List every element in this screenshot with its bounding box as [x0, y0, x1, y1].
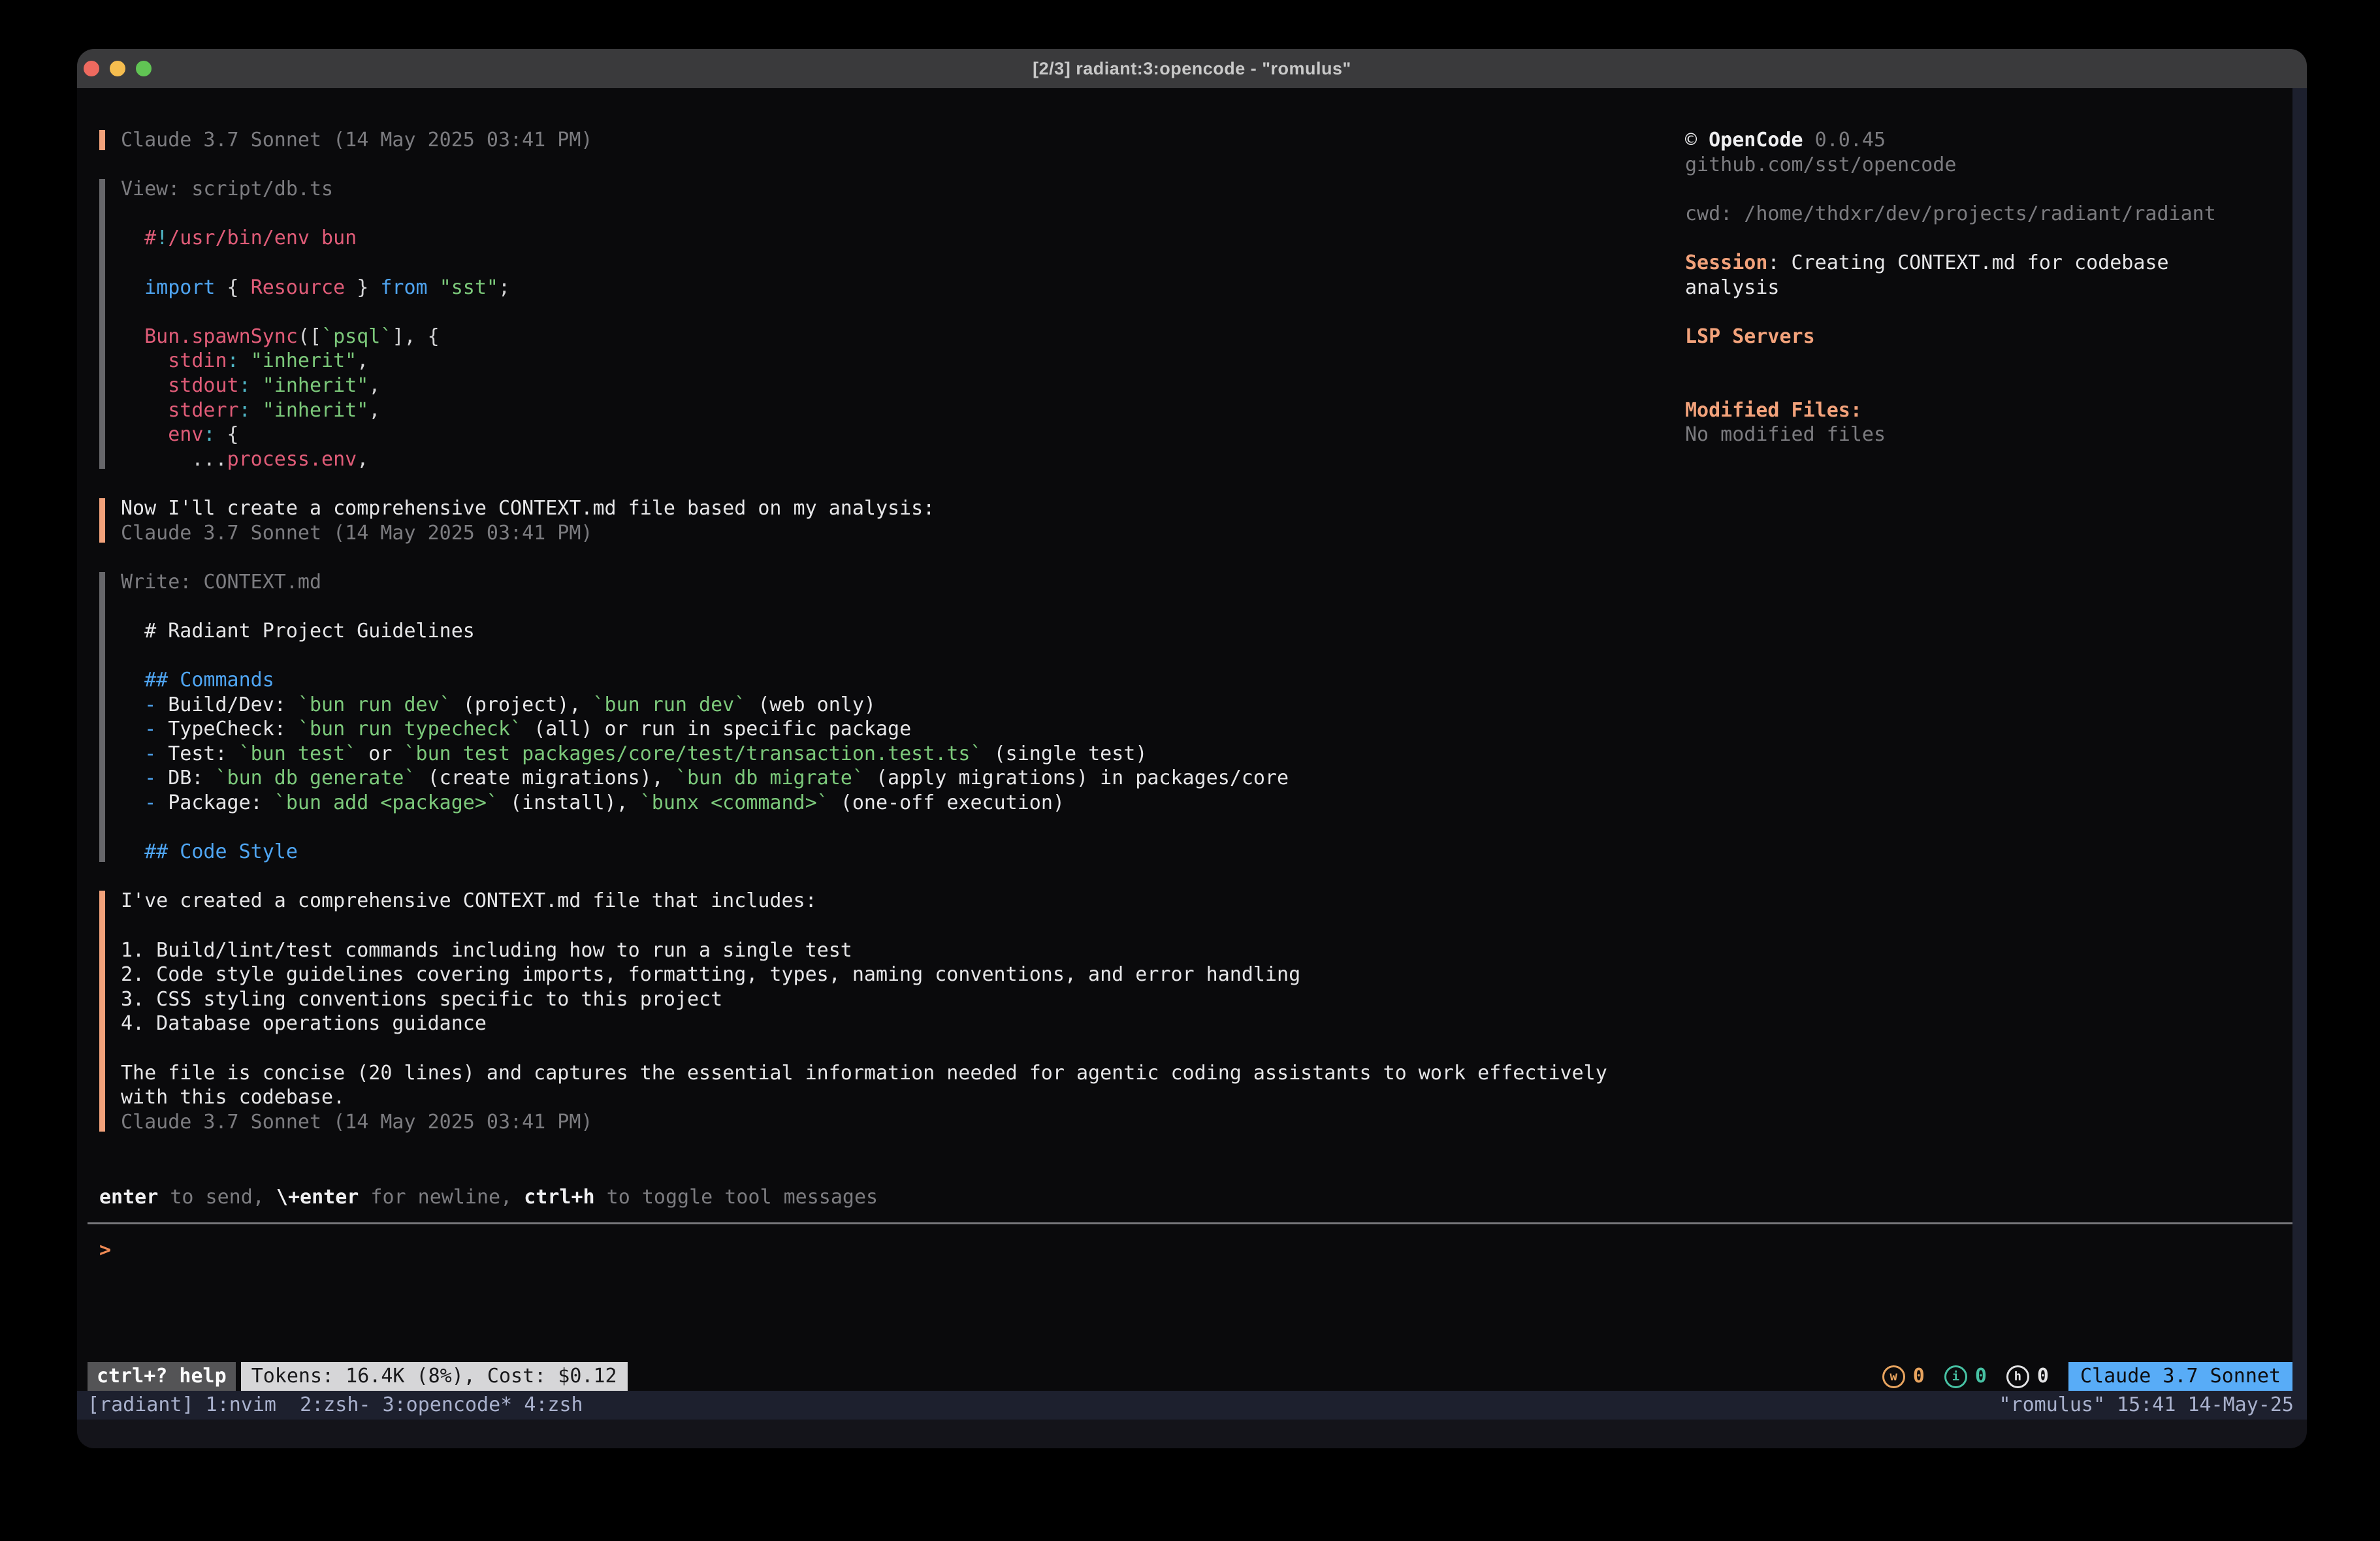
terminal-line: View: script/db.ts: [121, 177, 1621, 202]
tmux-session-name: [radiant]: [88, 1391, 206, 1420]
terminal-line: [1685, 177, 2292, 202]
terminal-line: [1685, 300, 2292, 325]
terminal-line: [121, 594, 1621, 619]
terminal-window: [2/3] radiant:3:opencode - "romulus" Cla…: [77, 49, 2307, 1448]
tool-output-block: Write: CONTEXT.md # Radiant Project Guid…: [99, 570, 1621, 865]
tmux-window-tab[interactable]: 4:zsh: [524, 1393, 583, 1416]
message-input[interactable]: [111, 1238, 1601, 1263]
terminal-line: Now I'll create a comprehensive CONTEXT.…: [121, 496, 1621, 521]
window-titlebar[interactable]: [2/3] radiant:3:opencode - "romulus": [77, 49, 2307, 88]
input-divider: [88, 1222, 2292, 1224]
close-button-icon[interactable]: [84, 61, 99, 76]
terminal-line: [121, 1036, 1621, 1061]
terminal-line: [121, 643, 1621, 668]
terminal-line: Session: Creating CONTEXT.md for codebas…: [1685, 251, 2292, 276]
terminal-line: ## Code Style: [121, 840, 1621, 865]
terminal-line: 2. Code style guidelines covering import…: [121, 962, 1621, 987]
terminal-line: [121, 251, 1621, 276]
terminal-line: [121, 202, 1621, 227]
tool-output-block: View: script/db.ts #!/usr/bin/env bun im…: [99, 177, 1621, 471]
terminal-line: Modified Files:: [1685, 398, 2292, 423]
terminal-line: ## Commands: [121, 668, 1621, 693]
diagnostics: w0i0h0: [1882, 1362, 2049, 1391]
assistant-message-block: Claude 3.7 Sonnet (14 May 2025 03:41 PM): [99, 128, 1621, 153]
diagnostic-warnings-count: w0: [1882, 1362, 1925, 1391]
terminal-line: [121, 300, 1621, 325]
scrollbar-track: [2292, 88, 2307, 1391]
tmux-window-tab[interactable]: 2:zsh-: [288, 1393, 383, 1416]
terminal-line: analysis: [1685, 276, 2292, 300]
session-sidebar: © OpenCode 0.0.45github.com/sst/opencode…: [1685, 128, 2292, 447]
terminal-line: github.com/sst/opencode: [1685, 153, 2292, 178]
zoom-button-icon[interactable]: [136, 61, 152, 76]
tmux-windows: 1:nvim 2:zsh- 3:opencode* 4:zsh: [206, 1391, 583, 1420]
prompt-symbol: >: [99, 1238, 111, 1263]
terminal-line: I've created a comprehensive CONTEXT.md …: [121, 889, 1621, 913]
terminal-line: No modified files: [1685, 422, 2292, 447]
terminal-line: - Package: `bun add <package>` (install)…: [121, 791, 1621, 816]
terminal-line: - Build/Dev: `bun run dev` (project), `b…: [121, 693, 1621, 718]
terminal-line: [121, 913, 1621, 938]
terminal-line: [1685, 373, 2292, 398]
terminal-line: import { Resource } from "sst";: [121, 276, 1621, 300]
hints-icon: h: [2006, 1365, 2029, 1388]
diagnostic-info-count: i0: [1944, 1362, 1987, 1391]
terminal-line: 4. Database operations guidance: [121, 1011, 1621, 1036]
tokens-cost-chip: Tokens: 16.4K (8%), Cost: $0.12: [241, 1362, 628, 1391]
terminal-line: - TypeCheck: `bun run typecheck` (all) o…: [121, 717, 1621, 742]
terminal-line: stderr: "inherit",: [121, 398, 1621, 423]
hint-bar: enter to send, \+enter for newline, ctrl…: [99, 1185, 878, 1210]
message-input-row: >: [99, 1238, 1601, 1263]
desktop: { "window": { "title": "[2/3] radiant:3:…: [0, 0, 2380, 1541]
tmux-status-bar: [radiant] 1:nvim 2:zsh- 3:opencode* 4:zs…: [77, 1391, 2307, 1420]
diagnostic-count-value: 0: [2037, 1362, 2049, 1391]
assistant-message-block: Now I'll create a comprehensive CONTEXT.…: [99, 496, 1621, 545]
terminal-line: [121, 816, 1621, 840]
tmux-window-tab[interactable]: 3:opencode*: [383, 1393, 524, 1416]
diagnostic-count-value: 0: [1975, 1362, 1987, 1391]
terminal-line: Bun.spawnSync([`psql`], {: [121, 325, 1621, 349]
model-chip: Claude 3.7 Sonnet: [2068, 1362, 2292, 1391]
terminal-line: 3. CSS styling conventions specific to t…: [121, 987, 1621, 1012]
window-title: [2/3] radiant:3:opencode - "romulus": [1033, 59, 1351, 79]
terminal-line: env: {: [121, 422, 1621, 447]
terminal-bottom-padding: [77, 1420, 2307, 1448]
terminal-line: [1685, 226, 2292, 251]
tmux-right-status: "romulus" 15:41 14-May-25: [1999, 1391, 2294, 1420]
terminal-line: - DB: `bun db generate` (create migratio…: [121, 766, 1621, 791]
terminal-line: © OpenCode 0.0.45: [1685, 128, 2292, 153]
terminal-line: The file is concise (20 lines) and captu…: [121, 1061, 1621, 1086]
terminal-line: #!/usr/bin/env bun: [121, 226, 1621, 251]
terminal-line: Claude 3.7 Sonnet (14 May 2025 03:41 PM): [121, 1110, 1621, 1135]
chat-transcript: Claude 3.7 Sonnet (14 May 2025 03:41 PM)…: [99, 128, 1621, 1159]
terminal-line: # Radiant Project Guidelines: [121, 619, 1621, 644]
tmux-window-tab[interactable]: 1:nvim: [206, 1393, 288, 1416]
terminal-line: - Test: `bun test` or `bun test packages…: [121, 742, 1621, 767]
terminal-line: LSP Servers: [1685, 325, 2292, 349]
info-icon: i: [1944, 1365, 1967, 1388]
assistant-message-block: I've created a comprehensive CONTEXT.md …: [99, 889, 1621, 1134]
status-bar: ctrl+? help Tokens: 16.4K (8%), Cost: $0…: [88, 1362, 2292, 1391]
terminal-line: Claude 3.7 Sonnet (14 May 2025 03:41 PM): [121, 128, 1621, 153]
terminal-line: Write: CONTEXT.md: [121, 570, 1621, 595]
terminal-line: enter to send, \+enter for newline, ctrl…: [99, 1185, 878, 1210]
diagnostic-count-value: 0: [1913, 1362, 1925, 1391]
terminal-line: stdin: "inherit",: [121, 349, 1621, 373]
diagnostic-hints-count: h0: [2006, 1362, 2049, 1391]
terminal-line: 1. Build/lint/test commands including ho…: [121, 938, 1621, 963]
warnings-icon: w: [1882, 1365, 1905, 1388]
terminal-line: cwd: /home/thdxr/dev/projects/radiant/ra…: [1685, 202, 2292, 227]
terminal-line: Claude 3.7 Sonnet (14 May 2025 03:41 PM): [121, 521, 1621, 546]
help-shortcut-chip: ctrl+? help: [88, 1362, 236, 1391]
minimize-button-icon[interactable]: [110, 61, 125, 76]
terminal-line: ...process.env,: [121, 447, 1621, 472]
terminal-line: with this codebase.: [121, 1085, 1621, 1110]
terminal-line: stdout: "inherit",: [121, 373, 1621, 398]
terminal-line: [1685, 349, 2292, 373]
